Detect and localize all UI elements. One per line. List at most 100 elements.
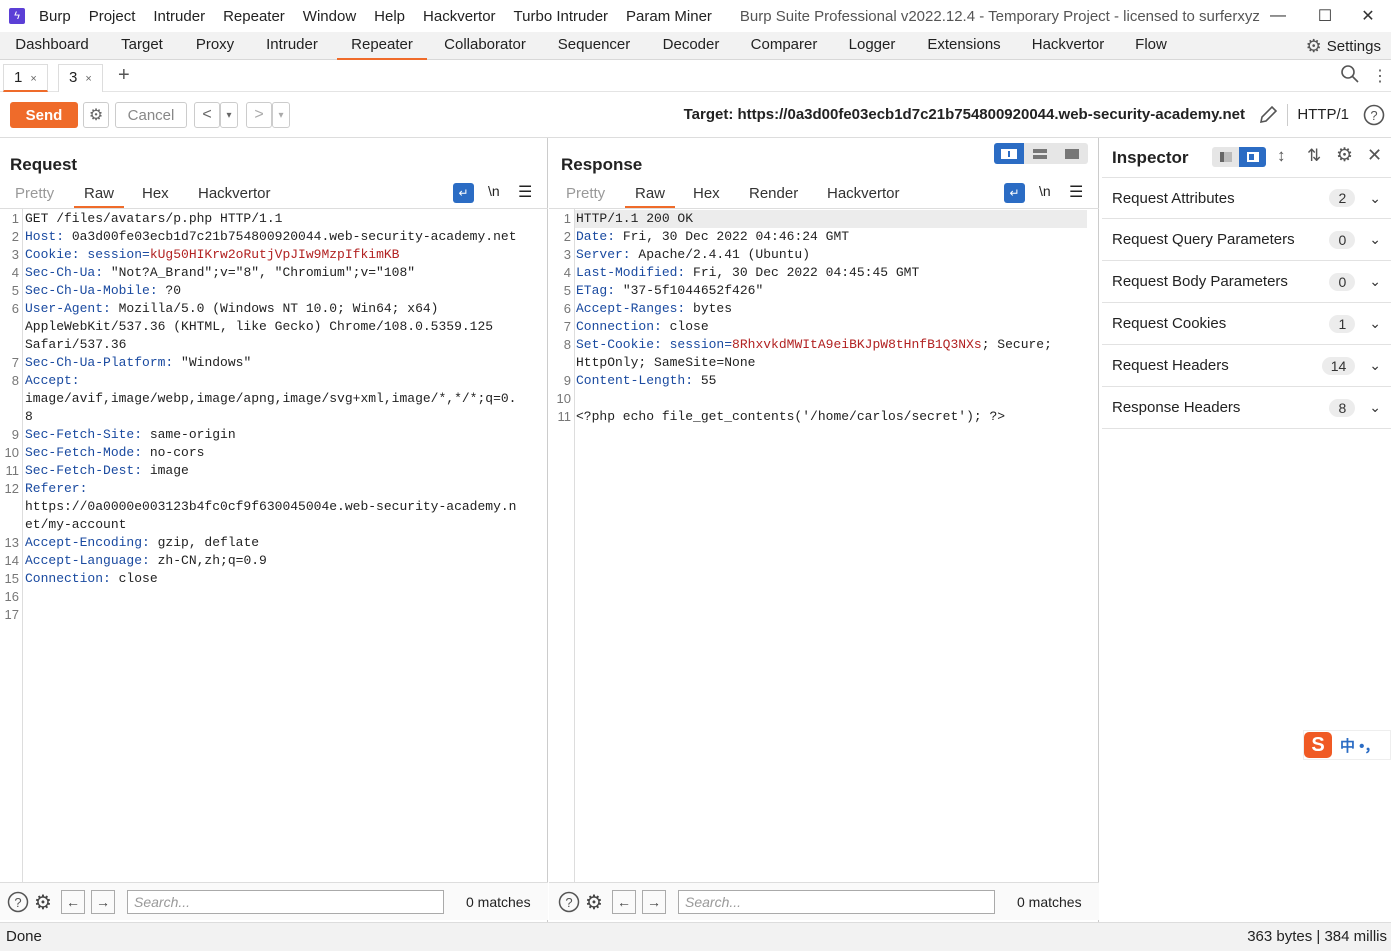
request-tab-raw[interactable]: Raw xyxy=(74,185,125,208)
inspector-settings-gear-icon[interactable]: ⚙ xyxy=(1336,144,1353,167)
request-tab-pretty[interactable]: Pretty xyxy=(15,185,54,202)
expand-all-icon[interactable]: ↕ xyxy=(1277,146,1286,166)
close-window-icon[interactable]: ✕ xyxy=(1345,0,1391,32)
forward-history-dropdown-icon[interactable]: ▾ xyxy=(272,102,290,128)
cancel-button[interactable]: Cancel xyxy=(115,102,187,128)
request-search-input[interactable]: Search... xyxy=(127,890,444,914)
forward-button[interactable]: > xyxy=(246,102,272,128)
search-options-gear-icon[interactable]: ⚙ xyxy=(31,890,55,914)
back-history-dropdown-icon[interactable]: ▾ xyxy=(220,102,238,128)
tab-intruder[interactable]: Intruder xyxy=(254,32,330,60)
inspector-section-request-cookies[interactable]: Request Cookies 1 ⌄ xyxy=(1102,303,1391,345)
code-line: AppleWebKit/537.36 (KHTML, like Gecko) C… xyxy=(25,318,493,336)
ime-widget[interactable]: S 中 •， xyxy=(1303,730,1391,760)
response-tab-hackvertor[interactable]: Hackvertor xyxy=(827,185,900,202)
previous-match-arrow-icon[interactable]: ← xyxy=(612,890,636,914)
word-wrap-toggle-icon[interactable]: ↵ xyxy=(453,183,474,203)
tab-collaborator[interactable]: Collaborator xyxy=(435,32,535,60)
http-version-toggle[interactable]: HTTP/1 xyxy=(1297,106,1349,123)
tab-menu-icon[interactable]: ⋮ xyxy=(1372,66,1388,86)
header-name: Accept: xyxy=(25,373,80,388)
request-editor[interactable]: 1 GET /files/avatars/p.php HTTP/1.1 2 Host:… xyxy=(0,209,548,882)
menu-repeater[interactable]: Repeater xyxy=(223,8,285,25)
header-value: "Not?A_Brand";v="8", "Chromium";v="108" xyxy=(103,265,416,280)
inspector-left-layout-icon[interactable] xyxy=(1212,147,1239,167)
line-number: 14 xyxy=(4,553,19,568)
tab-flow[interactable]: Flow xyxy=(1128,32,1174,60)
inspector-section-request-headers[interactable]: Request Headers 14 ⌄ xyxy=(1102,345,1391,387)
inspector-section-request-query-parameters[interactable]: Request Query Parameters 0 ⌄ xyxy=(1102,219,1391,261)
header-value: gzip, deflate xyxy=(149,535,260,550)
inspector-section-request-attributes[interactable]: Request Attributes 2 ⌄ xyxy=(1102,177,1391,219)
menu-turbo-intruder[interactable]: Turbo Intruder xyxy=(514,8,609,25)
search-options-gear-icon[interactable]: ⚙ xyxy=(582,890,606,914)
side-by-side-layout-icon[interactable] xyxy=(994,143,1024,164)
minimize-icon[interactable]: — xyxy=(1255,0,1301,32)
tab-repeater[interactable]: Repeater xyxy=(337,32,427,60)
line-number: 17 xyxy=(4,607,19,622)
request-tab-hex[interactable]: Hex xyxy=(142,185,169,202)
tab-logger[interactable]: Logger xyxy=(840,32,904,60)
close-tab-icon[interactable]: × xyxy=(30,73,36,85)
tab-hackvertor[interactable]: Hackvertor xyxy=(1024,32,1112,60)
tab-extensions[interactable]: Extensions xyxy=(920,32,1008,60)
menu-help[interactable]: Help xyxy=(374,8,405,25)
response-tab-raw[interactable]: Raw xyxy=(625,185,676,208)
tab-dashboard[interactable]: Dashboard xyxy=(5,32,99,60)
tabs-layout-icon[interactable] xyxy=(1056,143,1088,164)
menu-hackvertor[interactable]: Hackvertor xyxy=(423,8,496,25)
edit-target-pencil-icon[interactable] xyxy=(1257,104,1279,130)
request-tab-hackvertor[interactable]: Hackvertor xyxy=(198,185,271,202)
previous-match-arrow-icon[interactable]: ← xyxy=(61,890,85,914)
search-icon[interactable] xyxy=(1340,64,1360,88)
word-wrap-toggle-icon[interactable]: ↵ xyxy=(1004,183,1025,203)
repeater-tab-1[interactable]: 1 × xyxy=(3,64,48,92)
tab-target[interactable]: Target xyxy=(108,32,176,60)
menu-window[interactable]: Window xyxy=(303,8,356,25)
show-newlines-toggle[interactable]: \n xyxy=(1039,183,1051,199)
back-button[interactable]: < xyxy=(194,102,220,128)
next-match-arrow-icon[interactable]: → xyxy=(642,890,666,914)
send-button[interactable]: Send xyxy=(10,102,78,128)
request-menu-icon[interactable]: ☰ xyxy=(518,182,532,202)
response-tab-render[interactable]: Render xyxy=(749,185,798,202)
menu-param-miner[interactable]: Param Miner xyxy=(626,8,712,25)
line-number: 11 xyxy=(557,409,572,424)
tab-comparer[interactable]: Comparer xyxy=(744,32,824,60)
code-line: Content-Length: 55 xyxy=(576,372,716,390)
collapse-all-icon[interactable]: ⇅ xyxy=(1307,146,1321,166)
send-options-gear-icon[interactable]: ⚙ xyxy=(83,102,109,128)
header-value: 8 xyxy=(25,409,33,424)
next-match-arrow-icon[interactable]: → xyxy=(91,890,115,914)
inspector-right-layout-icon[interactable] xyxy=(1239,147,1266,167)
cookie-value: 8RhxvkdMWItA9eiBKJpW8tHnfB1Q3NXs xyxy=(732,337,982,352)
show-newlines-toggle[interactable]: \n xyxy=(488,183,500,199)
tab-decoder[interactable]: Decoder xyxy=(653,32,729,60)
request-pane: Request Pretty Raw Hex Hackvertor ↵ \n ☰… xyxy=(0,138,548,922)
help-icon[interactable]: ? xyxy=(557,890,581,914)
response-tab-pretty[interactable]: Pretty xyxy=(566,185,605,202)
header-name: User-Agent: xyxy=(25,301,111,316)
response-search-input[interactable]: Search... xyxy=(678,890,995,914)
settings-button[interactable]: ⚙ Settings xyxy=(1306,32,1381,60)
maximize-icon[interactable]: ☐ xyxy=(1302,0,1348,32)
add-tab-icon[interactable]: + xyxy=(118,64,130,87)
line-number: 4 xyxy=(11,265,19,280)
response-tab-hex[interactable]: Hex xyxy=(693,185,720,202)
response-editor[interactable]: 1 HTTP/1.1 200 OK 2 Date: Fri, 30 Dec 2022 … xyxy=(549,209,1099,882)
help-icon[interactable]: ? xyxy=(1363,104,1385,130)
inspector-section-request-body-parameters[interactable]: Request Body Parameters 0 ⌄ xyxy=(1102,261,1391,303)
header-value: session= xyxy=(661,337,733,352)
menu-burp[interactable]: Burp xyxy=(39,8,71,25)
tab-proxy[interactable]: Proxy xyxy=(186,32,244,60)
repeater-tab-3[interactable]: 3 × xyxy=(58,64,103,92)
menu-intruder[interactable]: Intruder xyxy=(153,8,205,25)
top-bottom-layout-icon[interactable] xyxy=(1024,143,1056,164)
close-tab-icon[interactable]: × xyxy=(85,73,91,85)
response-menu-icon[interactable]: ☰ xyxy=(1069,182,1083,202)
close-inspector-icon[interactable]: ✕ xyxy=(1367,145,1382,166)
inspector-section-response-headers[interactable]: Response Headers 8 ⌄ xyxy=(1102,387,1391,429)
tab-sequencer[interactable]: Sequencer xyxy=(550,32,638,60)
help-icon[interactable]: ? xyxy=(6,890,30,914)
menu-project[interactable]: Project xyxy=(89,8,136,25)
